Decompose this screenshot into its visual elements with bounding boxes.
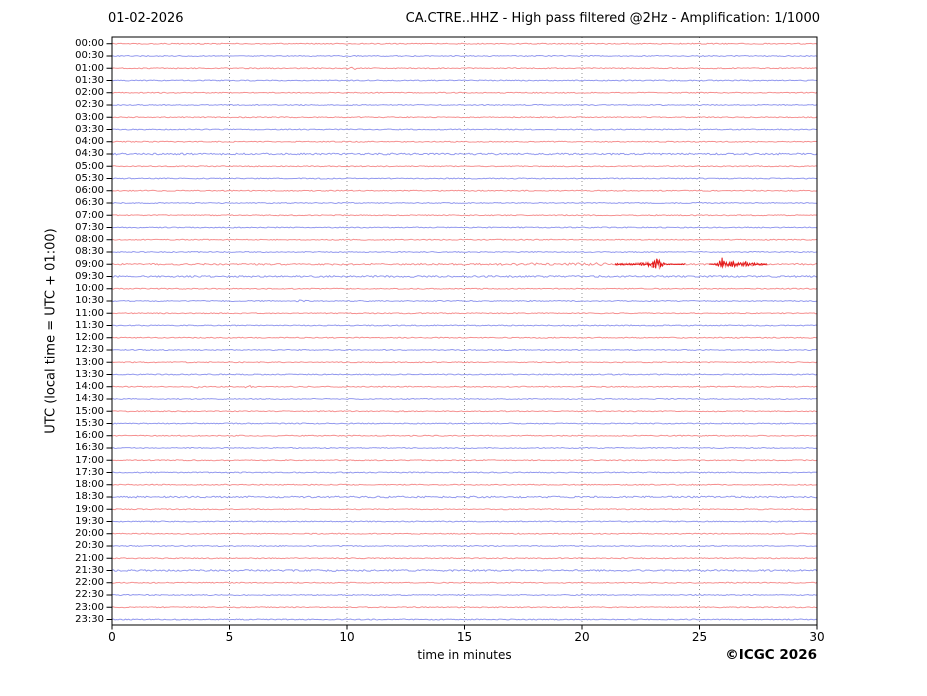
time-row-label: 13:00 xyxy=(75,356,104,368)
time-row-label: 05:30 xyxy=(75,172,104,184)
time-row-label: 05:00 xyxy=(75,160,104,172)
time-row-label: 06:30 xyxy=(75,197,104,209)
time-row-label: 21:00 xyxy=(75,552,104,564)
copyright-label: ©ICGC 2026 xyxy=(725,647,817,663)
time-row-label: 02:30 xyxy=(75,99,104,111)
time-row-label: 07:30 xyxy=(75,221,104,233)
time-row-label: 06:00 xyxy=(75,185,104,197)
time-row-label: 17:00 xyxy=(75,454,104,466)
time-row-label: 23:30 xyxy=(75,613,104,625)
time-row-label: 23:00 xyxy=(75,601,104,613)
time-row-label: 11:00 xyxy=(75,307,104,319)
time-row-label: 22:00 xyxy=(75,577,104,589)
x-tick-label: 10 xyxy=(339,630,355,644)
time-row-label: 13:30 xyxy=(75,368,104,380)
time-row-label: 12:30 xyxy=(75,344,104,356)
time-row-label: 15:30 xyxy=(75,417,104,429)
time-row-label: 01:00 xyxy=(75,62,104,74)
x-tick-label: 5 xyxy=(225,630,234,644)
time-row-label: 20:30 xyxy=(75,540,104,552)
time-row-label: 02:00 xyxy=(75,87,104,99)
time-row-label: 16:30 xyxy=(75,442,104,454)
time-row-label: 19:00 xyxy=(75,503,104,515)
x-tick-label: 15 xyxy=(456,630,473,644)
time-row-label: 10:30 xyxy=(75,295,104,307)
time-row-label: 09:30 xyxy=(75,270,104,282)
time-row-label: 15:00 xyxy=(75,405,104,417)
time-row-label: 01:30 xyxy=(75,74,104,86)
x-tick-label: 0 xyxy=(108,630,116,644)
time-row-label: 12:00 xyxy=(75,332,104,344)
time-row-label: 19:30 xyxy=(75,515,104,527)
helicorder-figure: 01-02-2026 CA.CTRE..HHZ - High pass filt… xyxy=(0,0,927,696)
seismogram-plot-canvas xyxy=(106,36,818,630)
x-tick-label: 20 xyxy=(574,630,590,644)
x-tick-label: 30 xyxy=(809,630,825,644)
time-row-label: 07:00 xyxy=(75,209,104,221)
time-row-label: 00:30 xyxy=(75,50,104,62)
time-row-label: 16:00 xyxy=(75,430,104,442)
time-row-label: 17:30 xyxy=(75,466,104,478)
time-row-label: 18:00 xyxy=(75,479,104,491)
time-row-label: 03:30 xyxy=(75,123,104,135)
time-row-label: 14:30 xyxy=(75,393,104,405)
time-row-label: 10:00 xyxy=(75,283,104,295)
time-row-label: 18:30 xyxy=(75,491,104,503)
time-row-label: 08:30 xyxy=(75,246,104,258)
time-row-label: 04:30 xyxy=(75,148,104,160)
time-row-label: 08:00 xyxy=(75,234,104,246)
time-row-label: 09:00 xyxy=(75,258,104,270)
time-row-label: 20:00 xyxy=(75,528,104,540)
time-row-label: 00:00 xyxy=(75,38,104,50)
time-row-label: 04:00 xyxy=(75,136,104,148)
time-row-label: 11:30 xyxy=(75,319,104,331)
time-row-label: 14:00 xyxy=(75,381,104,393)
time-row-label: 21:30 xyxy=(75,564,104,576)
time-row-label: 22:30 xyxy=(75,589,104,601)
time-row-label: 03:00 xyxy=(75,111,104,123)
x-tick-label: 25 xyxy=(691,630,708,644)
